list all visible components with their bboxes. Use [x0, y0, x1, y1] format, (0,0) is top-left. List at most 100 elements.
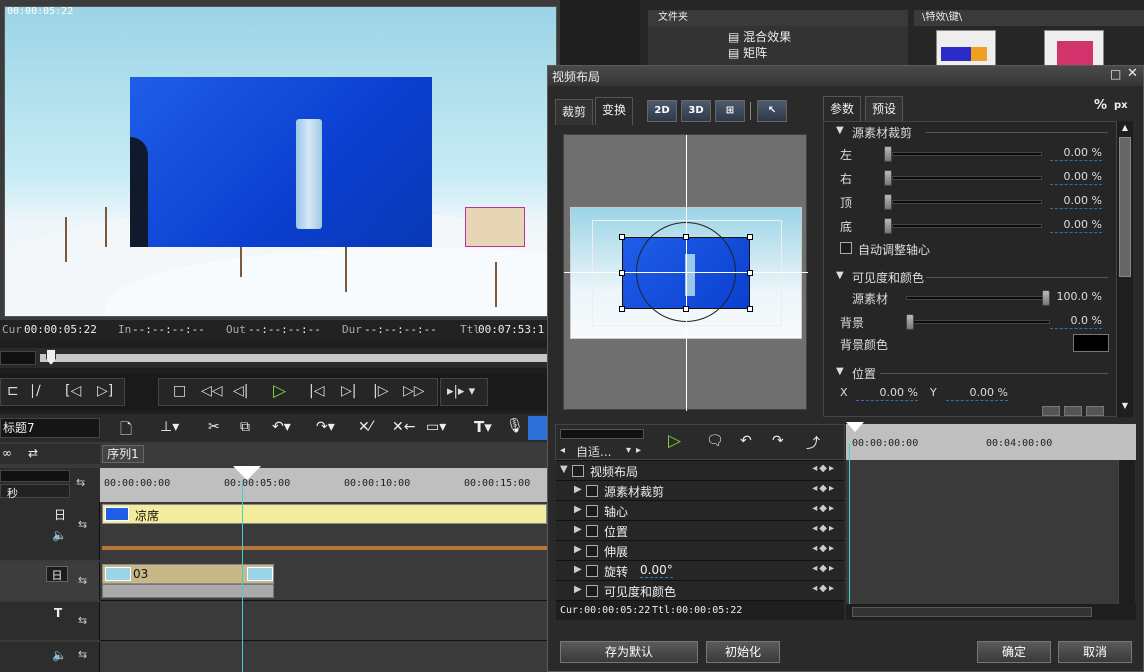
- unit-select[interactable]: 秒: [0, 484, 70, 500]
- unit-px-toggle[interactable]: px: [1114, 100, 1128, 111]
- kf-prev-icon[interactable]: ◂: [560, 445, 565, 456]
- scroll-thumb[interactable]: [1119, 137, 1131, 277]
- scroll-up-icon[interactable]: ▲: [1119, 123, 1131, 133]
- track-sync-icon[interactable]: ⇆: [78, 518, 87, 531]
- pos-y-value[interactable]: 0.00 %: [958, 386, 1008, 399]
- next-frame-icon[interactable]: ▷]: [97, 383, 113, 399]
- kf-ruler[interactable]: 00:00:00:00 00:04:00:00: [846, 422, 1136, 460]
- crop-left-slider[interactable]: [892, 152, 1042, 156]
- effect-thumb-1[interactable]: [936, 30, 996, 66]
- handle-tr[interactable]: [747, 234, 753, 240]
- sync-icon[interactable]: ⇄: [28, 446, 38, 460]
- expand-icon[interactable]: ▶: [574, 564, 582, 575]
- ok-button[interactable]: 确定: [977, 641, 1051, 663]
- source-opacity-value[interactable]: 100.0 %: [1050, 290, 1102, 303]
- kf-graph-icon[interactable]: ⤴: [806, 433, 820, 453]
- handle-t[interactable]: [683, 234, 689, 240]
- scrub-handle[interactable]: [46, 349, 56, 365]
- handle-bl[interactable]: [619, 306, 625, 312]
- kf-comment-icon[interactable]: 🗨: [706, 433, 724, 449]
- mark-in-icon[interactable]: ⊏: [7, 383, 19, 399]
- mode-2d-button[interactable]: 2D: [647, 100, 677, 122]
- folder-item-matrix[interactable]: ▤ 矩阵: [728, 44, 767, 61]
- track-toggle-icon[interactable]: 日: [46, 566, 68, 582]
- rotate-value[interactable]: 0.00°: [640, 563, 673, 578]
- crop-top-value[interactable]: 0.00 %: [1050, 194, 1102, 207]
- cut-icon[interactable]: ✂: [208, 419, 220, 435]
- scroll-mini-button[interactable]: [1042, 406, 1060, 416]
- fit-label[interactable]: 自适...: [576, 443, 611, 460]
- crop-right-slider[interactable]: [892, 176, 1042, 180]
- speaker-icon[interactable]: 🔈: [52, 528, 67, 542]
- kf-row-position[interactable]: ▶ 位置 ◂◆▸: [556, 520, 844, 540]
- bg-opacity-slider[interactable]: [906, 320, 1050, 324]
- maximize-icon[interactable]: □: [1110, 67, 1121, 81]
- handle-l[interactable]: [619, 270, 625, 276]
- kf-nav-icon[interactable]: ◂◆▸: [812, 563, 836, 574]
- kf-checkbox[interactable]: [586, 505, 598, 517]
- scroll-down-icon[interactable]: ▼: [1119, 401, 1131, 411]
- auto-pivot-checkbox[interactable]: [840, 242, 852, 254]
- kf-row-source-crop[interactable]: ▶ 源素材裁剪 ◂◆▸: [556, 480, 844, 500]
- collapse-icon[interactable]: ▼: [836, 125, 844, 136]
- zoom-box[interactable]: [0, 470, 70, 482]
- pointer-tool-icon[interactable]: ↖: [757, 100, 787, 122]
- bg-opacity-thumb[interactable]: [906, 314, 914, 330]
- crop-top-thumb[interactable]: [884, 194, 892, 210]
- handle-b[interactable]: [683, 306, 689, 312]
- initialize-button[interactable]: 初始化: [706, 641, 780, 663]
- crop-bottom-slider[interactable]: [892, 224, 1042, 228]
- params-scrollbar[interactable]: ▲ ▼: [1116, 121, 1133, 417]
- fast-forward-icon[interactable]: ▷▷: [403, 383, 425, 399]
- grid-view-icon[interactable]: ⊞: [715, 100, 745, 122]
- link-icon[interactable]: ∞: [2, 446, 12, 460]
- clip-video-top[interactable]: 凉席: [102, 504, 547, 524]
- cancel-button[interactable]: 取消: [1058, 641, 1132, 663]
- expand-icon[interactable]: ▶: [574, 484, 582, 495]
- handle-tl[interactable]: [619, 234, 625, 240]
- pos-x-value[interactable]: 0.00 %: [868, 386, 918, 399]
- kf-row-stretch[interactable]: ▶ 伸展 ◂◆▸: [556, 540, 844, 560]
- fit-dropdown-icon[interactable]: ▾: [626, 445, 631, 456]
- kf-zoom-bar[interactable]: [560, 429, 644, 439]
- kf-next-icon[interactable]: ▸: [636, 445, 641, 456]
- kf-checkbox[interactable]: [586, 485, 598, 497]
- stop-icon[interactable]: □: [173, 383, 186, 399]
- handle-r[interactable]: [747, 270, 753, 276]
- speaker-icon[interactable]: 🔈: [52, 648, 67, 662]
- kf-vscrollbar[interactable]: [1118, 460, 1135, 604]
- effect-thumb-2[interactable]: [1044, 30, 1104, 66]
- track-sync-icon[interactable]: ⇆: [78, 614, 87, 627]
- kf-checkbox[interactable]: [586, 525, 598, 537]
- track-sync-icon[interactable]: ⇆: [78, 648, 87, 661]
- kf-redo-icon[interactable]: ↷: [772, 433, 784, 449]
- kf-nav-icon[interactable]: ◂◆▸: [812, 503, 836, 514]
- close-icon[interactable]: ✕: [1127, 66, 1138, 81]
- delete-icon[interactable]: ✕⁄: [358, 419, 372, 435]
- preview-video-frame[interactable]: 00:00:05:22: [4, 6, 557, 317]
- kf-undo-icon[interactable]: ↶: [740, 433, 752, 449]
- clip-03[interactable]: 03: [102, 564, 274, 584]
- new-doc-icon[interactable]: 🗋: [120, 419, 132, 444]
- expand-icon[interactable]: ▶: [574, 524, 582, 535]
- copy-icon[interactable]: ⧉: [240, 419, 250, 435]
- clip-audio-top[interactable]: [102, 546, 547, 550]
- kf-nav-icon[interactable]: ◂◆▸: [812, 483, 836, 494]
- track-toggle-icon[interactable]: 日: [54, 506, 66, 523]
- expand-icon[interactable]: ▶: [574, 584, 582, 595]
- kf-hscrollbar[interactable]: [846, 604, 1136, 620]
- expand-icon[interactable]: ▶: [574, 544, 582, 555]
- crop-right-value[interactable]: 0.00 %: [1050, 170, 1102, 183]
- scroll-mini-button[interactable]: [1086, 406, 1104, 416]
- bg-color-swatch[interactable]: [1073, 334, 1109, 352]
- expand-icon[interactable]: ▶: [574, 504, 582, 515]
- razor-icon[interactable]: ⊥▾: [160, 419, 179, 435]
- marker-icon[interactable]: ∣∕: [29, 383, 41, 399]
- kf-nav-icon[interactable]: ◂◆▸: [812, 583, 836, 594]
- kf-checkbox[interactable]: [572, 465, 584, 477]
- tab-params[interactable]: 参数: [823, 96, 862, 122]
- kf-nav-icon[interactable]: ◂◆▸: [812, 463, 836, 474]
- step-forward-icon[interactable]: |▷: [373, 383, 388, 399]
- track-sync-icon[interactable]: ⇆: [78, 574, 87, 587]
- prev-edit-icon[interactable]: |◁: [309, 383, 324, 399]
